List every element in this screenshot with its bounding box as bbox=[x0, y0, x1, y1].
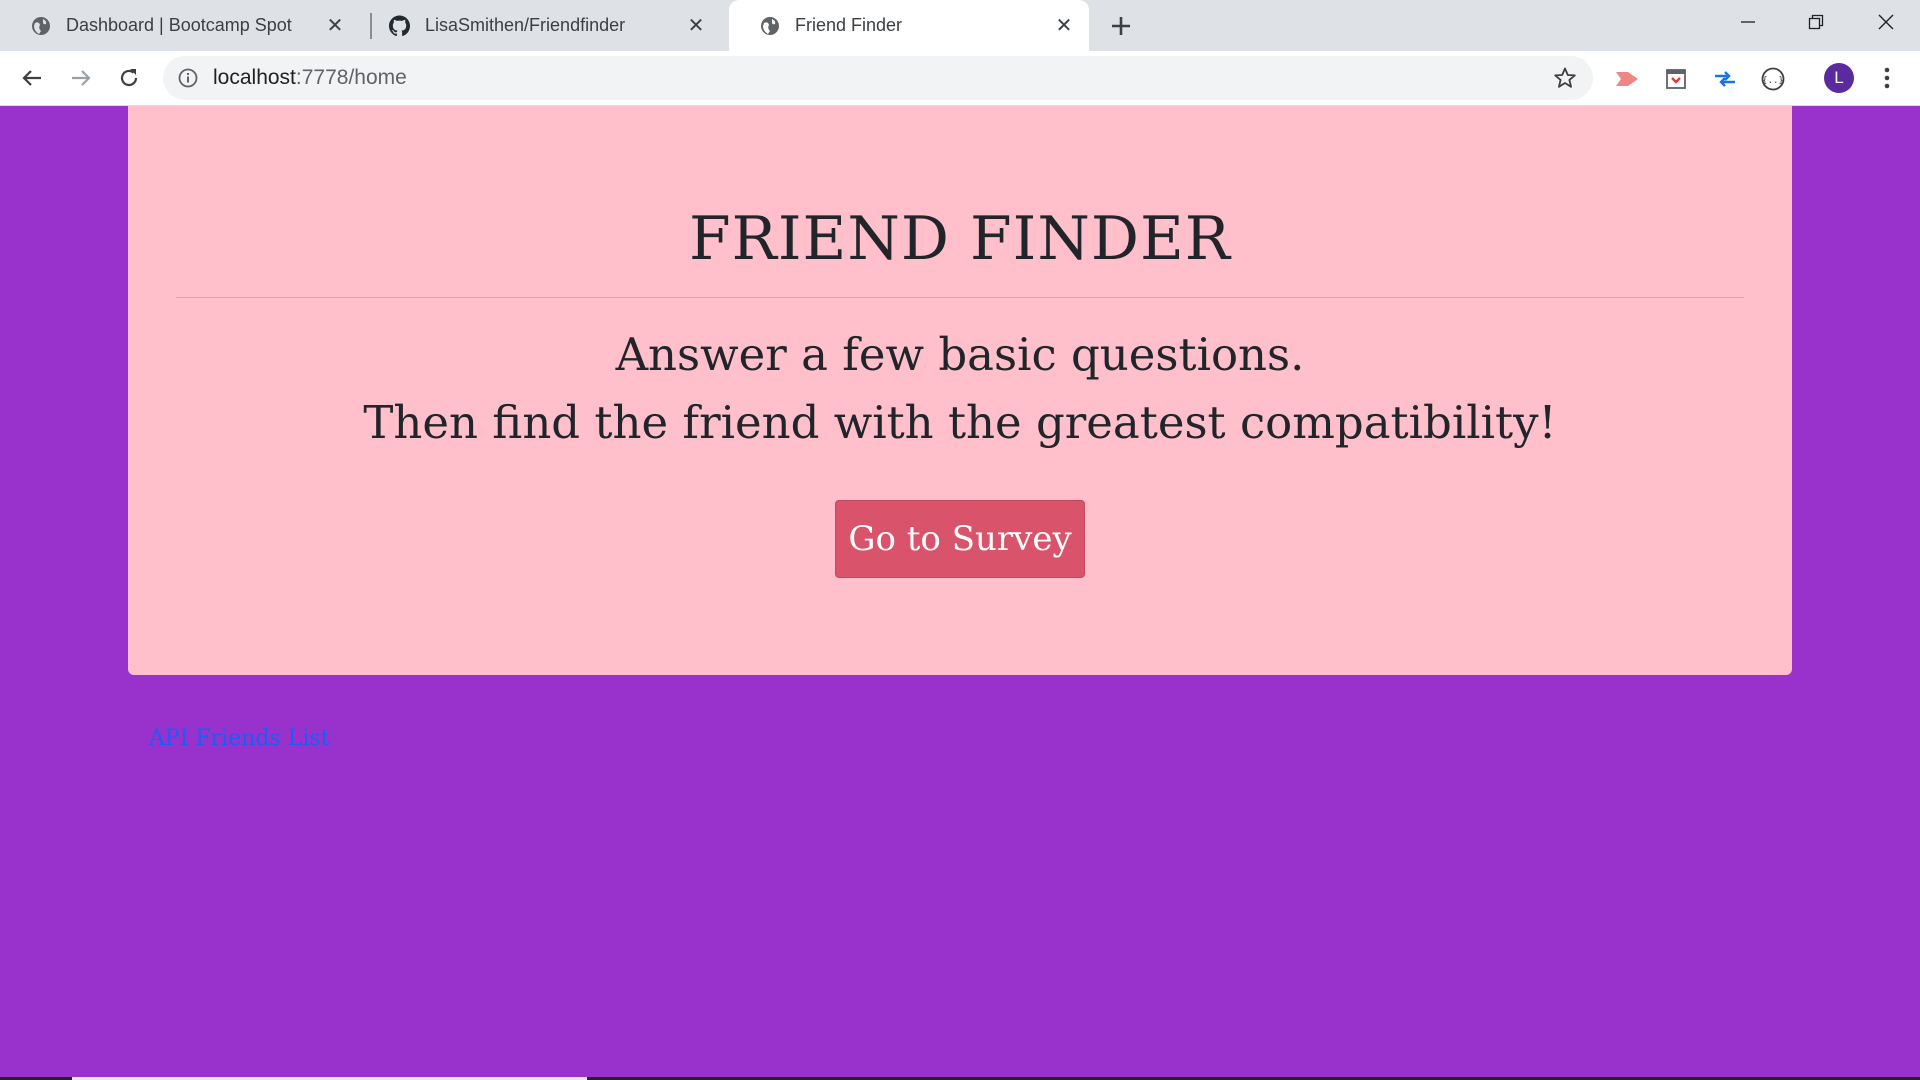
tab-title: LisaSmithen/Friendfinder bbox=[425, 15, 626, 35]
minimize-icon[interactable] bbox=[1714, 0, 1782, 44]
subtitle-line-1: Answer a few basic questions. bbox=[615, 328, 1305, 381]
url-path: :7778/home bbox=[295, 66, 407, 89]
info-icon[interactable] bbox=[177, 67, 199, 89]
github-icon bbox=[389, 15, 410, 36]
close-window-icon[interactable] bbox=[1852, 0, 1920, 44]
extension-icon-pocket[interactable] bbox=[1661, 64, 1691, 94]
extension-icon-json[interactable]: {..} bbox=[1758, 64, 1788, 94]
more-menu-icon[interactable] bbox=[1874, 63, 1900, 93]
api-friends-list-link[interactable]: API Friends List bbox=[149, 726, 330, 751]
go-to-survey-button[interactable]: Go to Survey bbox=[835, 500, 1085, 578]
divider bbox=[176, 297, 1744, 298]
address-bar[interactable]: localhost:7778/home bbox=[163, 56, 1593, 100]
restore-icon[interactable] bbox=[1782, 0, 1850, 44]
extension-icon-sync[interactable] bbox=[1710, 64, 1740, 94]
page-title: FRIEND FINDER bbox=[689, 204, 1231, 274]
profile-avatar[interactable]: L bbox=[1824, 63, 1854, 93]
tab-strip: Dashboard | Bootcamp Spot ✕ LisaSmithen/… bbox=[0, 0, 1920, 51]
tab-github[interactable]: LisaSmithen/Friendfinder ✕ bbox=[359, 0, 721, 51]
svg-text:{..}: {..} bbox=[1762, 76, 1784, 86]
url-text: localhost:7778/home bbox=[213, 66, 407, 90]
reload-icon[interactable] bbox=[110, 59, 148, 97]
bookmark-star-icon[interactable] bbox=[1553, 66, 1577, 90]
new-tab-button[interactable] bbox=[1105, 10, 1137, 42]
globe-icon bbox=[30, 15, 51, 36]
close-tab-icon[interactable]: ✕ bbox=[324, 14, 346, 37]
globe-icon bbox=[759, 15, 780, 36]
tab-friend-finder[interactable]: Friend Finder ✕ bbox=[729, 0, 1089, 51]
extension-icon-video[interactable] bbox=[1612, 64, 1642, 94]
tab-dashboard[interactable]: Dashboard | Bootcamp Spot ✕ bbox=[0, 0, 360, 51]
subtitle-line-2: Then find the friend with the greatest c… bbox=[363, 396, 1557, 449]
forward-icon[interactable] bbox=[62, 59, 100, 97]
browser-toolbar: localhost:7778/home {..} L bbox=[0, 51, 1920, 106]
close-tab-icon[interactable]: ✕ bbox=[685, 14, 707, 37]
close-tab-icon[interactable]: ✕ bbox=[1053, 14, 1075, 37]
tab-title: Dashboard | Bootcamp Spot bbox=[66, 15, 292, 35]
back-icon[interactable] bbox=[13, 59, 51, 97]
tab-title: Friend Finder bbox=[795, 15, 903, 35]
jumbotron: FRIEND FINDER Answer a few basic questio… bbox=[128, 106, 1792, 675]
url-host: localhost bbox=[213, 66, 296, 89]
